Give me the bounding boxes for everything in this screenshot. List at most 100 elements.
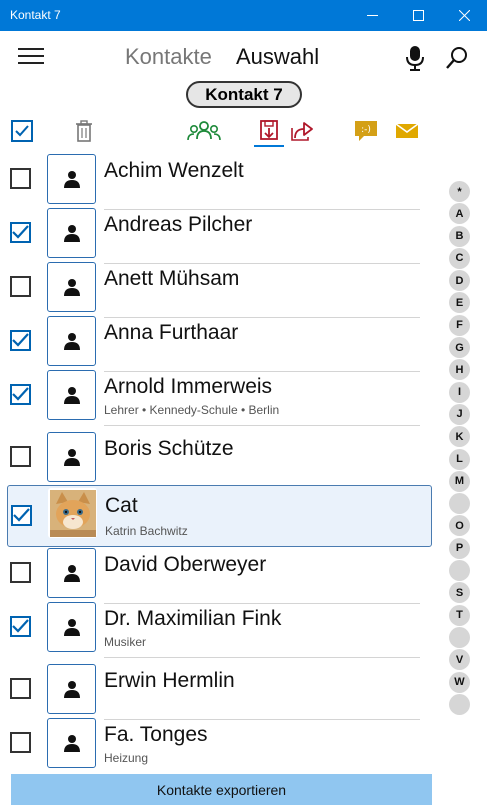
svg-text::-): :-) [361, 125, 371, 135]
index-letter[interactable]: A [449, 203, 470, 225]
contact-subtitle: Lehrer • Kennedy-Schule • Berlin [104, 403, 280, 417]
contact-name: Anna Furthaar [104, 321, 239, 344]
person-icon [63, 171, 80, 188]
person-icon [63, 565, 80, 582]
index-letter[interactable]: S [449, 582, 470, 604]
contact-row[interactable]: Arnold Immerweis Lehrer • Kennedy-Schule … [0, 369, 440, 426]
tab-kontakte[interactable]: Kontakte [125, 44, 212, 70]
contact-name: Cat [105, 494, 138, 517]
contact-subtitle: Musiker [104, 635, 147, 649]
index-letter[interactable]: W [449, 671, 470, 693]
close-button[interactable] [441, 0, 487, 31]
contact-row[interactable]: Andreas Pilcher [0, 207, 440, 264]
close-icon [458, 10, 470, 21]
contact-row[interactable]: Boris Schütze [0, 431, 440, 488]
maximize-button[interactable] [395, 0, 441, 31]
share-icon[interactable] [288, 116, 316, 146]
contact-avatar [47, 208, 96, 258]
alphabet-index[interactable]: * A B C D E F G H I J K L M O P S T V W [449, 181, 471, 716]
contact-checkbox[interactable] [10, 384, 31, 405]
trash-icon[interactable] [72, 116, 96, 146]
contact-row[interactable]: Cat Katrin Bachwitz [7, 485, 432, 547]
person-icon [63, 619, 80, 636]
contact-avatar [47, 718, 96, 768]
index-letter[interactable]: F [449, 314, 470, 336]
contact-checkbox[interactable] [10, 222, 31, 243]
contact-row[interactable]: David Oberweyer [0, 547, 440, 604]
hamburger-menu-icon[interactable] [18, 48, 44, 66]
contact-row[interactable]: Fa. Tonges Heizung [0, 717, 440, 771]
contact-row[interactable]: Dr. Maximilian Fink Musiker [0, 601, 440, 658]
contact-checkbox[interactable] [10, 168, 31, 189]
contact-checkbox[interactable] [11, 505, 32, 526]
contact-avatar [47, 664, 96, 714]
cat-photo [49, 489, 96, 537]
index-letter[interactable]: B [449, 225, 470, 247]
person-icon [63, 279, 80, 296]
index-letter[interactable]: J [449, 403, 470, 425]
person-icon [63, 449, 80, 466]
save-download-icon[interactable] [254, 116, 284, 146]
contact-name: Arnold Immerweis [104, 375, 273, 398]
contact-row[interactable]: Achim Wenzelt [0, 153, 440, 210]
contact-name: Erwin Hermlin [104, 669, 235, 692]
contact-name: David Oberweyer [104, 553, 267, 576]
contact-avatar [47, 548, 96, 598]
tab-auswahl[interactable]: Auswahl [236, 44, 319, 70]
index-letter[interactable]: G [449, 337, 470, 359]
title-bar: Kontakt 7 [0, 0, 487, 31]
contact-avatar [47, 370, 96, 420]
index-letter[interactable]: V [449, 649, 470, 671]
contact-row[interactable]: Anett Mühsam [0, 261, 440, 318]
contact-avatar [47, 154, 96, 204]
index-letter[interactable]: L [449, 448, 470, 470]
minimize-icon [366, 15, 378, 16]
index-letter[interactable] [449, 693, 470, 715]
contact-name: Fa. Tonges [104, 723, 208, 746]
contact-row[interactable]: Anna Furthaar [0, 315, 440, 372]
index-letter[interactable]: E [449, 292, 470, 314]
index-letter[interactable]: I [449, 381, 470, 403]
contact-checkbox[interactable] [10, 616, 31, 637]
contact-row[interactable]: Erwin Hermlin [0, 663, 440, 720]
contact-checkbox[interactable] [10, 446, 31, 467]
person-icon [63, 387, 80, 404]
row-separator [104, 657, 420, 658]
index-letter[interactable]: C [449, 247, 470, 269]
selected-contact-pill[interactable]: Kontakt 7 [186, 81, 302, 108]
search-icon[interactable] [444, 44, 470, 72]
contact-subtitle: Heizung [104, 751, 149, 765]
contact-avatar [47, 316, 96, 366]
index-letter[interactable]: * [449, 181, 470, 202]
index-letter[interactable]: M [449, 470, 470, 492]
contact-list[interactable]: Achim Wenzelt Andreas Pilcher Anett Mühsam… [0, 153, 440, 771]
index-letter[interactable] [449, 493, 470, 515]
mail-icon[interactable] [394, 116, 420, 146]
active-tool-indicator [254, 145, 284, 147]
microphone-icon[interactable] [404, 44, 426, 72]
contact-checkbox[interactable] [10, 678, 31, 699]
select-all-checkbox-icon[interactable] [10, 116, 34, 146]
index-letter[interactable] [449, 626, 470, 648]
contact-checkbox[interactable] [10, 732, 31, 753]
groups-icon[interactable] [186, 116, 222, 146]
index-letter[interactable]: P [449, 537, 470, 559]
index-letter[interactable]: H [449, 359, 470, 381]
index-letter[interactable]: D [449, 270, 470, 292]
person-icon [63, 225, 80, 242]
index-letter[interactable]: T [449, 604, 470, 626]
contact-name: Achim Wenzelt [104, 159, 244, 182]
contact-checkbox[interactable] [10, 330, 31, 351]
minimize-button[interactable] [349, 0, 395, 31]
contact-checkbox[interactable] [10, 562, 31, 583]
contact-checkbox[interactable] [10, 276, 31, 297]
sms-icon[interactable]: :-) [352, 116, 380, 146]
index-letter[interactable]: O [449, 515, 470, 537]
index-letter[interactable] [449, 560, 470, 582]
contact-photo [48, 488, 97, 538]
contact-name: Andreas Pilcher [104, 213, 253, 236]
person-icon [63, 681, 80, 698]
export-contacts-button[interactable]: Kontakte exportieren [11, 774, 432, 805]
index-letter[interactable]: K [449, 426, 470, 448]
row-separator [104, 425, 420, 426]
